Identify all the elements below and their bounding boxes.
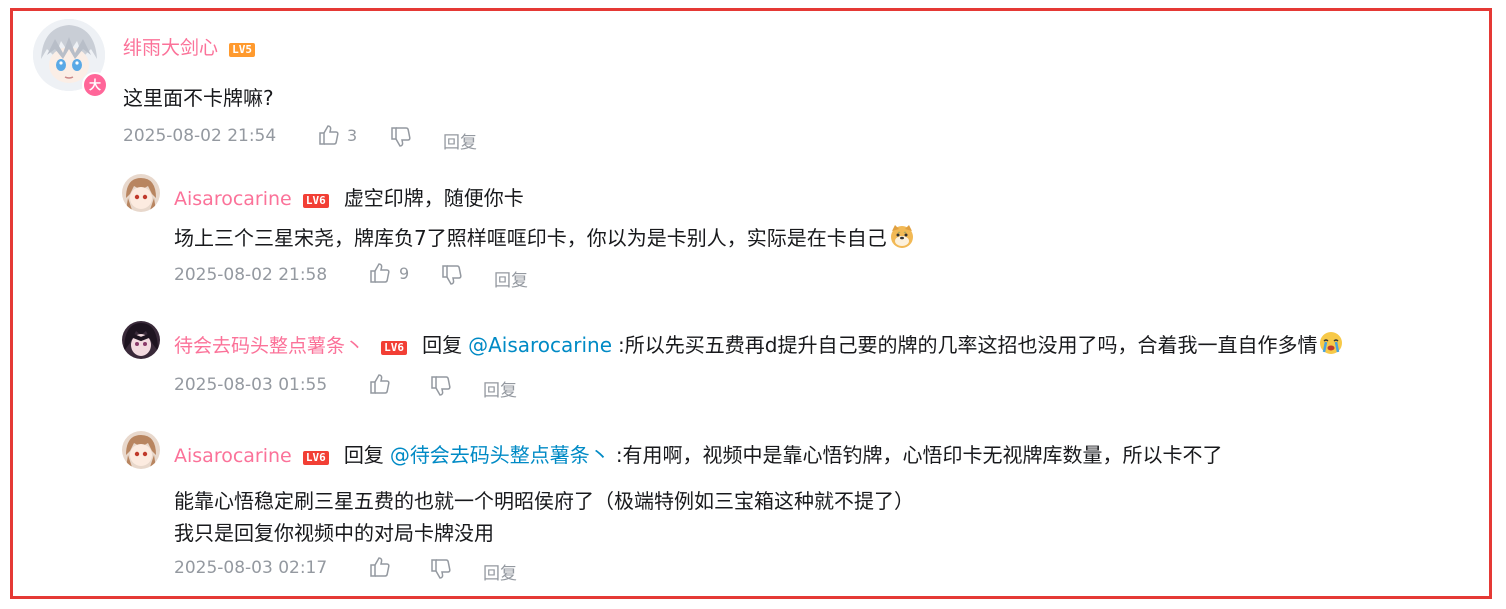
reply-text: :有用啊，视频中是靠心悟钓牌，心悟印卡无视牌库数量，所以卡不了	[615, 443, 1223, 467]
reply-text: 我只是回复你视频中的对局卡牌没用	[174, 521, 494, 545]
thumbs-up-icon[interactable]	[369, 373, 391, 395]
reply-header: Aisarocarine LV6 回复 @待会去码头整点薯条丶:有用啊，视频中是靠…	[174, 439, 1223, 468]
thumbs-up-icon[interactable]	[369, 556, 391, 578]
reply-text: 虚空印牌，随便你卡	[343, 186, 524, 210]
reply-text: :所以先买五费再d提升自己要的牌的几率这招也没用了吗，合着我一直自作多情	[618, 333, 1318, 357]
level-badge: LV5	[229, 42, 255, 57]
reply-button[interactable]: 回复	[483, 559, 517, 584]
reply-text: 场上三个三星宋尧，牌库负7了照样哐哐印卡，你以为是卡别人，实际是在卡自己	[174, 226, 887, 250]
timestamp: 2025-08-02 21:58	[174, 265, 328, 285]
verified-badge: 大	[82, 72, 108, 98]
username[interactable]: 绯雨大剑心	[123, 37, 218, 59]
reply-text: 能靠心悟稳定刷三星五费的也就一个明昭侯府了（极端特例如三宝箱这种就不提了）	[174, 489, 914, 513]
crying-emoji	[1318, 330, 1344, 360]
avatar[interactable]	[122, 321, 160, 359]
timestamp: 2025-08-02 21:54	[123, 126, 277, 146]
thumbs-up-icon[interactable]	[318, 124, 340, 146]
reply-text-line: 场上三个三星宋尧，牌库负7了照样哐哐印卡，你以为是卡别人，实际是在卡自己	[174, 222, 915, 254]
mention-link[interactable]: @待会去码头整点薯条丶	[390, 443, 610, 467]
reply-prefix: 回复	[343, 443, 384, 467]
like-count: 3	[347, 126, 358, 145]
reply-prefix: 回复	[422, 333, 463, 357]
reply-button[interactable]: 回复	[483, 376, 517, 401]
thumbs-down-icon[interactable]	[390, 126, 412, 148]
username[interactable]: Aisarocarine	[174, 188, 292, 210]
comment-header: 绯雨大剑心 LV5	[123, 33, 255, 60]
level-badge: LV6	[381, 340, 407, 355]
level-badge: LV6	[302, 193, 329, 208]
like-count: 9	[399, 264, 410, 283]
comment-text: 这里面不卡牌嘛?	[123, 86, 274, 110]
timestamp: 2025-08-03 01:55	[174, 375, 328, 395]
thumbs-down-icon[interactable]	[430, 375, 452, 397]
reply-header: Aisarocarine LV6 虚空印牌，随便你卡	[174, 182, 524, 211]
doge-emoji	[889, 223, 915, 254]
mention-link[interactable]: @Aisarocarine	[468, 333, 612, 357]
avatar[interactable]	[122, 431, 160, 469]
username[interactable]: Aisarocarine	[174, 445, 292, 467]
thumbs-up-icon[interactable]	[369, 262, 391, 284]
thumbs-down-icon[interactable]	[430, 558, 452, 580]
reply-header: 待会去码头整点薯条丶 LV6 回复 @Aisarocarine:所以先买五费再d提…	[174, 329, 1344, 360]
avatar[interactable]	[122, 174, 160, 212]
username[interactable]: 待会去码头整点薯条丶	[174, 335, 364, 357]
reply-button[interactable]: 回复	[443, 128, 477, 153]
level-badge: LV6	[302, 450, 329, 465]
timestamp: 2025-08-03 02:17	[174, 558, 328, 578]
thumbs-down-icon[interactable]	[441, 264, 463, 286]
reply-button[interactable]: 回复	[494, 266, 528, 291]
